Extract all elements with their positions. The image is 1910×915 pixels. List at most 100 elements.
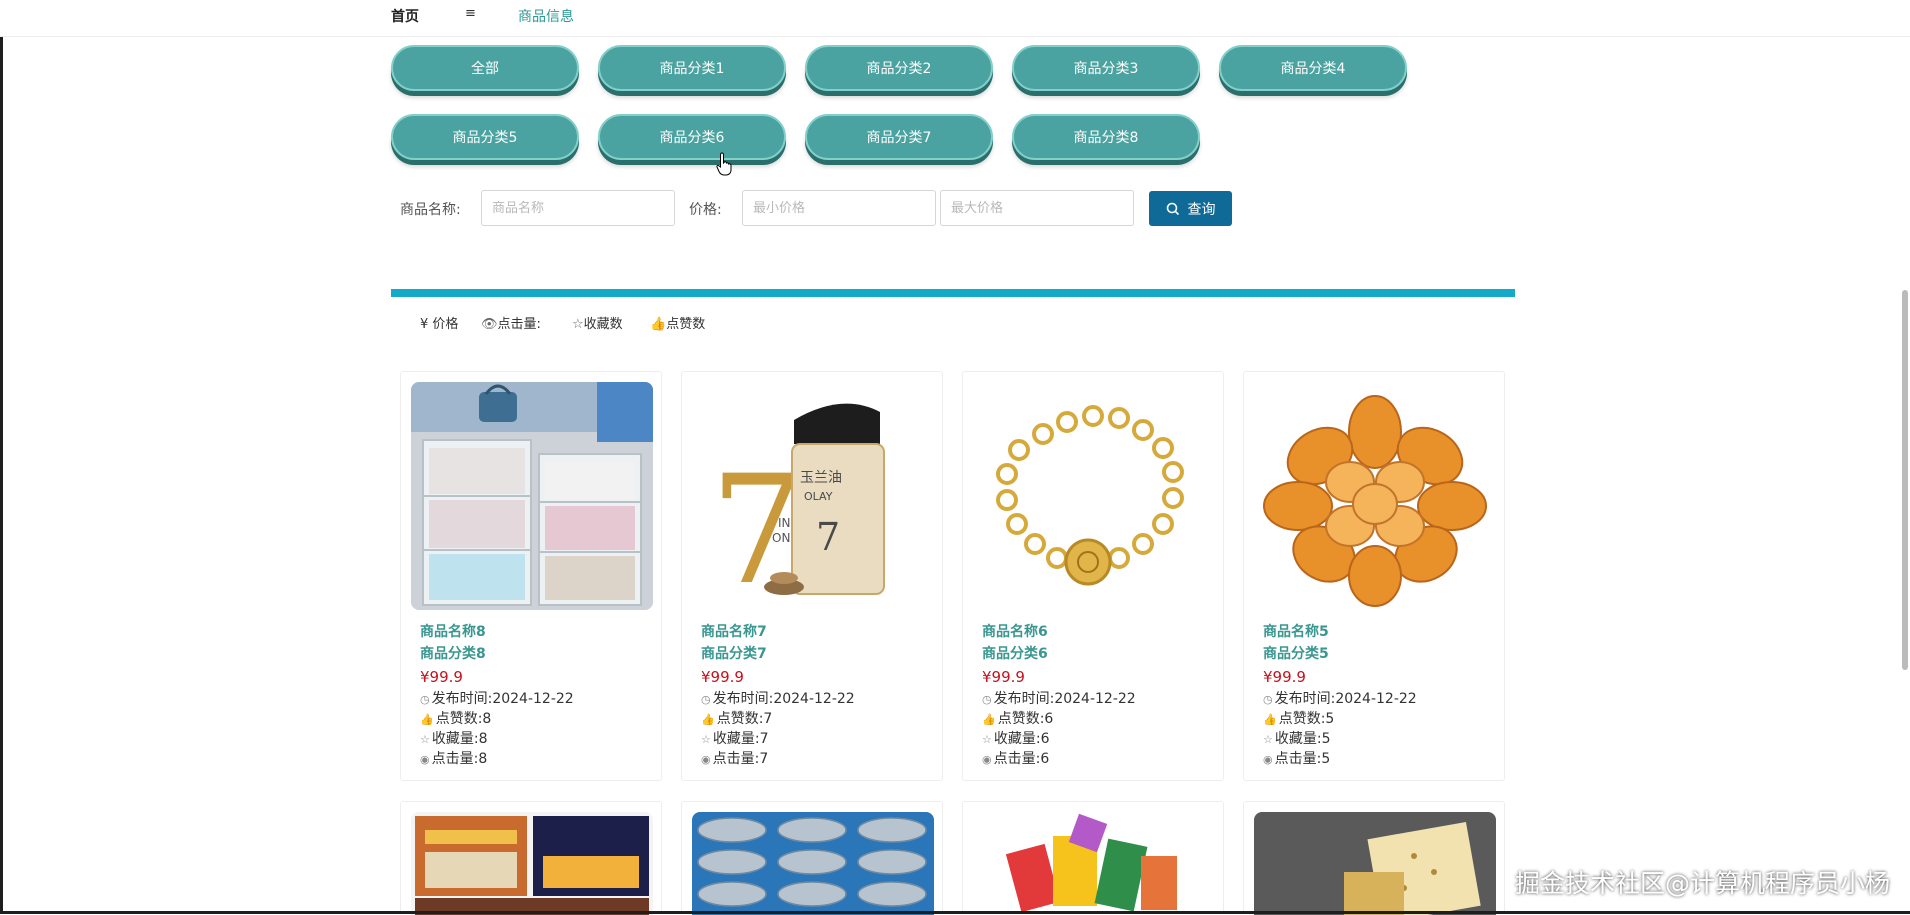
clock-icon: ◷ (1263, 693, 1273, 706)
category-all-button[interactable]: 全部 (391, 45, 579, 91)
clicks-value: 5 (1321, 751, 1331, 767)
product-name[interactable]: 商品名称8 (420, 621, 650, 643)
favorites-value: 8 (478, 731, 488, 747)
clicks-row: ◉ 点击量:8 (420, 749, 650, 769)
favorites-label: 收藏量: (1274, 731, 1322, 747)
sort-by-price[interactable]: ¥ 价格 (420, 313, 458, 332)
favorites-row: ☆ 收藏量:8 (420, 729, 650, 749)
likes-value: 8 (482, 711, 492, 727)
thumbs-up-icon: 👍 (1263, 713, 1277, 726)
product-name-input[interactable] (481, 190, 675, 226)
likes-value: 6 (1044, 711, 1054, 727)
sort-by-likes-label: 点赞数 (666, 317, 706, 332)
hand-cursor-icon (716, 152, 732, 176)
menu-icon[interactable]: ≡ (465, 6, 476, 21)
product-card[interactable] (681, 801, 943, 915)
category-2-button[interactable]: 商品分类2 (805, 45, 993, 91)
eye-icon: ◉ (420, 753, 430, 766)
product-price: ¥99.9 (982, 668, 1025, 686)
product-name[interactable]: 商品名称7 (701, 621, 931, 643)
likes-row: 👍 点赞数:6 (982, 709, 1212, 729)
favorites-label: 收藏量: (712, 731, 760, 747)
publish-time-label: 发布时间: (1274, 691, 1336, 707)
max-price-input[interactable] (940, 190, 1134, 226)
favorites-value: 7 (759, 731, 769, 747)
clicks-label: 点击量: (431, 751, 479, 767)
product-card[interactable] (962, 801, 1224, 915)
product-image-fish-tray[interactable] (692, 812, 934, 915)
product-category: 商品分类5 (1263, 646, 1329, 662)
sort-by-favorites-label: 收藏数 (583, 317, 623, 332)
sort-by-clicks[interactable]: 👁点击量: (481, 313, 541, 332)
min-price-input[interactable] (742, 190, 936, 226)
clicks-value: 6 (1040, 751, 1050, 767)
likes-row: 👍 点赞数:7 (701, 709, 931, 729)
sort-by-favorites[interactable]: ☆收藏数 (572, 313, 623, 332)
nav-current-page[interactable]: 商品信息 (518, 6, 574, 26)
product-name[interactable]: 商品名称6 (982, 621, 1212, 643)
top-nav: 首页 ≡ 商品信息 (0, 0, 1910, 37)
thumbs-up-icon: 👍 (701, 713, 715, 726)
clicks-row: ◉ 点击量:7 (701, 749, 931, 769)
product-category: 商品分类8 (420, 646, 486, 662)
eye-icon: ◉ (1263, 753, 1273, 766)
likes-label: 点赞数: (1278, 711, 1326, 727)
publish-time-value: 2024-12-22 (492, 691, 574, 707)
sort-by-likes[interactable]: 👍点赞数 (650, 313, 705, 332)
product-card[interactable]: 商品名称6 商品分类6 ¥99.9 ◷ 发布时间:2024-12-22 👍 点赞数:… (962, 371, 1224, 781)
category-5-button[interactable]: 商品分类5 (391, 114, 579, 160)
category-7-button[interactable]: 商品分类7 (805, 114, 993, 160)
favorites-value: 5 (1321, 731, 1331, 747)
search-button[interactable]: 查询 (1149, 191, 1232, 226)
product-image-gold-bracelet[interactable] (973, 382, 1215, 610)
star-icon: ☆ (572, 317, 584, 332)
clicks-row: ◉ 点击量:6 (982, 749, 1212, 769)
product-card[interactable] (400, 801, 662, 915)
clock-icon: ◷ (701, 693, 711, 706)
publish-time-row: ◷ 发布时间:2024-12-22 (420, 689, 650, 709)
product-card[interactable]: 商品名称5 商品分类5 ¥99.9 ◷ 发布时间:2024-12-22 👍 点赞数:… (1243, 371, 1505, 781)
name-filter-label: 商品名称: (400, 202, 461, 218)
product-card[interactable] (1243, 801, 1505, 915)
star-icon: ☆ (420, 733, 430, 746)
scrollbar[interactable] (1902, 290, 1908, 670)
sort-by-clicks-label: 点击量: (497, 317, 541, 332)
nav-home-link[interactable]: 首页 (391, 6, 419, 26)
product-image-shopping-mall[interactable] (411, 812, 653, 915)
category-8-button[interactable]: 商品分类8 (1012, 114, 1200, 160)
eye-icon: ◉ (701, 753, 711, 766)
publish-time-label: 发布时间: (993, 691, 1055, 707)
category-1-button[interactable]: 商品分类1 (598, 45, 786, 91)
likes-row: 👍 点赞数:5 (1263, 709, 1493, 729)
star-icon: ☆ (982, 733, 992, 746)
publish-time-row: ◷ 发布时间:2024-12-22 (1263, 689, 1493, 709)
product-image-face-cream[interactable]: 7 IN ONE 玉兰油 OLAY 7 (692, 382, 934, 610)
favorites-label: 收藏量: (431, 731, 479, 747)
product-name[interactable]: 商品名称5 (1263, 621, 1493, 643)
product-image-gift-box[interactable] (1254, 812, 1496, 915)
price-filter-label: 价格: (689, 202, 722, 218)
product-price: ¥99.9 (420, 668, 463, 686)
product-image-snack-basket[interactable] (973, 812, 1215, 915)
thumbs-up-icon: 👍 (982, 713, 996, 726)
category-3-button[interactable]: 商品分类3 (1012, 45, 1200, 91)
section-divider (391, 289, 1515, 297)
category-4-button[interactable]: 商品分类4 (1219, 45, 1407, 91)
product-image-dried-abalone[interactable] (1254, 382, 1496, 610)
category-6-button[interactable]: 商品分类6 (598, 114, 786, 160)
product-card[interactable]: 商品名称8 商品分类8 ¥99.9 ◷ 发布时间:2024-12-22 👍 点赞数:… (400, 371, 662, 781)
star-icon: ☆ (701, 733, 711, 746)
product-image-storage-drawers[interactable] (411, 382, 653, 610)
watermark-text: 掘金技术社区@计算机程序员小杨 (1514, 869, 1890, 898)
favorites-label: 收藏量: (993, 731, 1041, 747)
thumbs-up-icon: 👍 (650, 317, 667, 332)
product-category: 商品分类6 (982, 646, 1048, 662)
thumbs-up-icon: 👍 (420, 713, 434, 726)
likes-row: 👍 点赞数:8 (420, 709, 650, 729)
star-icon: ☆ (1263, 733, 1273, 746)
favorites-row: ☆ 收藏量:6 (982, 729, 1212, 749)
clicks-value: 7 (759, 751, 769, 767)
clicks-row: ◉ 点击量:5 (1263, 749, 1493, 769)
product-card[interactable]: 7 IN ONE 玉兰油 OLAY 7 商品名称7 商品分类7 ¥99.9 ◷ 发… (681, 371, 943, 781)
cream-sub1: IN (778, 516, 791, 530)
